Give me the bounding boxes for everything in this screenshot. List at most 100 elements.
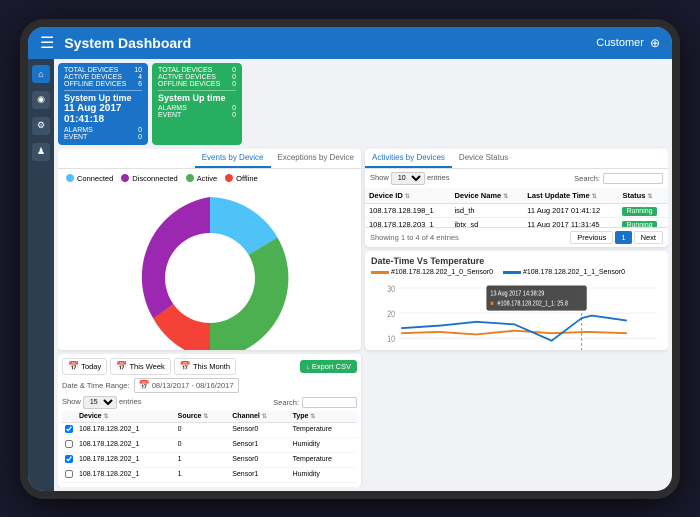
br-type-1: Temperature <box>290 422 357 437</box>
table-panel: Activities by Devices Device Status Show… <box>365 149 668 248</box>
br-channel-4: Sensor1 <box>229 467 289 482</box>
tablet-screen: ☰ System Dashboard Customer ⊕ ⌂ ◉ ⚙ ♟ TO… <box>28 27 672 491</box>
tab-activities[interactable]: Activities by Devices <box>365 149 452 168</box>
page-1-button[interactable]: 1 <box>615 231 631 244</box>
svg-text:#108.178.128.202_1_1: 25.8: #108.178.128.202_1_1: 25.8 <box>497 300 568 308</box>
legend-connected: Connected <box>66 174 113 183</box>
series1-swatch <box>371 271 389 274</box>
legend-offline: Offline <box>225 174 258 183</box>
menu-icon[interactable]: ☰ <box>40 33 54 53</box>
col-type: Type ⇅ <box>290 411 357 423</box>
col-channel: Channel ⇅ <box>229 411 289 423</box>
stats-row: TOTAL DEVICES10 ACTIVE DEVICES4 OFFLINE … <box>58 63 668 145</box>
br-check-4 <box>62 467 76 482</box>
search-input[interactable] <box>603 173 663 184</box>
top-bar: ☰ System Dashboard Customer ⊕ <box>28 27 672 59</box>
col-device-name: Device Name ⇅ <box>451 188 524 204</box>
bottom-right-panel: 📅 Today 📅 This Week 📅 This Month ↓ Expor… <box>58 354 361 487</box>
r2-time: 11 Aug 2017 11:31:45 <box>523 217 618 227</box>
show-entries: Show 102550 entries <box>370 172 449 185</box>
table-row: 108.178.128.203_1 ibtx_sd 11 Aug 2017 11… <box>365 217 668 227</box>
this-week-button[interactable]: 📅 This Week <box>110 358 171 375</box>
series1-legend: #108.178.128.202_1_0_Sensor0 <box>371 269 493 276</box>
entries-select[interactable]: 102550 <box>391 172 425 185</box>
next-button[interactable]: Next <box>634 231 663 244</box>
series1-label: #108.178.128.202_1_0_Sensor0 <box>391 269 493 276</box>
br-source-4: 1 <box>175 467 230 482</box>
br-source-3: 1 <box>175 452 230 467</box>
this-month-button[interactable]: 📅 This Month <box>174 358 236 375</box>
r1-id: 108.178.128.198_1 <box>365 203 451 217</box>
br-source-2: 0 <box>175 437 230 452</box>
r2-name: ibtx_sd <box>451 217 524 227</box>
br-type-2: Humidity <box>290 437 357 452</box>
donut-tabs: Events by Device Exceptions by Device <box>58 149 361 169</box>
col-device: Device ⇅ <box>76 411 175 423</box>
sidebar-icon-user[interactable]: ♟ <box>32 143 50 161</box>
br-row: 108.178.128.202_1 1 Sensor0 Temperature <box>62 452 357 467</box>
panel-grid: Activities by Devices Device Status Show… <box>58 149 668 487</box>
col-source: Source ⇅ <box>175 411 230 423</box>
today-button[interactable]: 📅 Today <box>62 358 107 375</box>
date-range-input[interactable]: 📅 08/13/2017 - 08/16/2017 <box>134 378 239 393</box>
series2-label: #108.178.128.202_1_1_Sensor0 <box>523 269 625 276</box>
stat-card-1: TOTAL DEVICES10 ACTIVE DEVICES4 OFFLINE … <box>58 63 148 145</box>
br-type-3: Temperature <box>290 452 357 467</box>
col-status: Status ⇅ <box>618 188 668 204</box>
br-search: Search: <box>273 397 357 408</box>
br-row: 108.178.128.202_1 0 Sensor1 Humidity <box>62 437 357 452</box>
col-check <box>62 411 76 423</box>
br-device-1: 108.178.128.202_1 <box>76 422 175 437</box>
share-icon[interactable]: ⊕ <box>650 36 660 50</box>
table-wrapper: Device ID ⇅ Device Name ⇅ Last Update Ti… <box>365 188 668 228</box>
br-channel-1: Sensor0 <box>229 422 289 437</box>
br-entries-select[interactable]: 152550 <box>83 396 117 409</box>
br-device-4: 108.178.128.202_1 <box>76 467 175 482</box>
br-device-2: 108.178.128.202_1 <box>76 437 175 452</box>
series2-swatch <box>503 271 521 274</box>
showing-text: Showing 1 to 4 of 4 entries <box>370 233 459 242</box>
br-checkbox-4[interactable] <box>65 470 73 478</box>
br-table-wrapper: Device ⇅ Source ⇅ Channel ⇅ Type ⇅ <box>62 411 357 483</box>
table-tabs: Activities by Devices Device Status <box>365 149 668 169</box>
export-csv-button[interactable]: ↓ Export CSV <box>300 360 357 373</box>
tab-exceptions-by-device[interactable]: Exceptions by Device <box>271 149 361 168</box>
page-buttons: Previous 1 Next <box>570 231 663 244</box>
pagination: Showing 1 to 4 of 4 entries Previous 1 N… <box>365 227 668 247</box>
body: ⌂ ◉ ⚙ ♟ TOTAL DEVICES10 ACTIVE DEVICES4 … <box>28 59 672 491</box>
col-last-update: Last Update Time ⇅ <box>523 188 618 204</box>
br-check-1 <box>62 422 76 437</box>
table-controls: Show 102550 entries Search: <box>365 169 668 188</box>
sidebar-icon-home[interactable]: ⌂ <box>32 65 50 83</box>
col-device-id: Device ID ⇅ <box>365 188 451 204</box>
r2-id: 108.178.128.203_1 <box>365 217 451 227</box>
svg-text:20: 20 <box>387 309 395 319</box>
donut-svg <box>120 188 300 350</box>
br-show-label: Show <box>62 397 83 406</box>
prev-button[interactable]: Previous <box>570 231 613 244</box>
svg-text:10: 10 <box>387 334 395 344</box>
br-checkbox-1[interactable] <box>65 425 73 433</box>
br-channel-3: Sensor0 <box>229 452 289 467</box>
br-table: Device ⇅ Source ⇅ Channel ⇅ Type ⇅ <box>62 411 357 483</box>
br-row: 108.178.128.202_1 0 Sensor0 Temperature <box>62 422 357 437</box>
br-checkbox-3[interactable] <box>65 455 73 463</box>
legend-dot-disconnected <box>121 174 129 182</box>
br-search-label: Search: <box>273 398 299 407</box>
line-chart-title: Date-Time Vs Temperature <box>371 256 662 266</box>
br-checkbox-2[interactable] <box>65 440 73 448</box>
legend-active: Active <box>186 174 217 183</box>
br-search-input[interactable] <box>302 397 357 408</box>
r1-time: 11 Aug 2017 01:41:12 <box>523 203 618 217</box>
tab-device-status[interactable]: Device Status <box>452 149 515 168</box>
tab-events-by-device[interactable]: Events by Device <box>195 149 271 168</box>
table-row: 108.178.128.198_1 isd_th 11 Aug 2017 01:… <box>365 203 668 217</box>
legend-label-connected: Connected <box>77 174 113 183</box>
donut-container <box>58 188 361 350</box>
br-entries-label: entries <box>119 397 142 406</box>
series2-legend: #108.178.128.202_1_1_Sensor0 <box>503 269 625 276</box>
sidebar-icon-settings[interactable]: ⚙ <box>32 117 50 135</box>
sidebar-icon-chart[interactable]: ◉ <box>32 91 50 109</box>
br-type-4: Humidity <box>290 467 357 482</box>
customer-label: Customer <box>596 37 644 49</box>
